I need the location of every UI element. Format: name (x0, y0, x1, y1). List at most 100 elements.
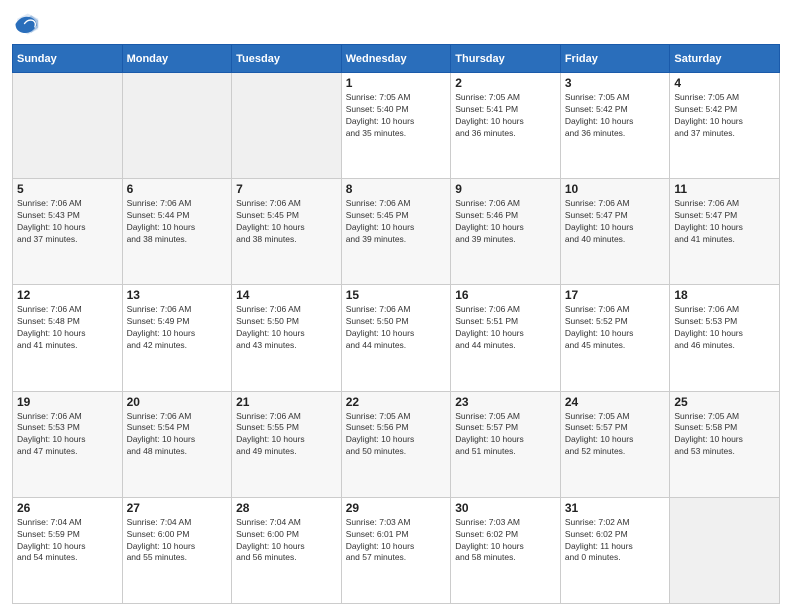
day-number: 17 (565, 288, 666, 302)
day-info: Sunrise: 7:05 AM Sunset: 5:42 PM Dayligh… (674, 92, 775, 140)
calendar-cell: 20 Sunrise: 7:06 AM Sunset: 5:54 PM Dayli… (122, 391, 232, 497)
day-info: Sunrise: 7:06 AM Sunset: 5:54 PM Dayligh… (127, 411, 228, 459)
calendar-cell: 6 Sunrise: 7:06 AM Sunset: 5:44 PM Daylig… (122, 179, 232, 285)
calendar-cell: 3 Sunrise: 7:05 AM Sunset: 5:42 PM Daylig… (560, 73, 670, 179)
day-number: 8 (346, 182, 447, 196)
calendar-cell: 12 Sunrise: 7:06 AM Sunset: 5:48 PM Dayli… (13, 285, 123, 391)
weekday-header-friday: Friday (560, 45, 670, 73)
day-number: 26 (17, 501, 118, 515)
day-number: 4 (674, 76, 775, 90)
calendar-cell: 19 Sunrise: 7:06 AM Sunset: 5:53 PM Dayli… (13, 391, 123, 497)
day-info: Sunrise: 7:06 AM Sunset: 5:48 PM Dayligh… (17, 304, 118, 352)
calendar-cell (670, 497, 780, 603)
day-info: Sunrise: 7:06 AM Sunset: 5:50 PM Dayligh… (346, 304, 447, 352)
day-info: Sunrise: 7:06 AM Sunset: 5:55 PM Dayligh… (236, 411, 337, 459)
day-number: 6 (127, 182, 228, 196)
day-number: 12 (17, 288, 118, 302)
calendar-cell: 8 Sunrise: 7:06 AM Sunset: 5:45 PM Daylig… (341, 179, 451, 285)
calendar-week-5: 26 Sunrise: 7:04 AM Sunset: 5:59 PM Dayli… (13, 497, 780, 603)
day-info: Sunrise: 7:05 AM Sunset: 5:42 PM Dayligh… (565, 92, 666, 140)
header (12, 10, 780, 38)
day-info: Sunrise: 7:05 AM Sunset: 5:57 PM Dayligh… (455, 411, 556, 459)
weekday-header-tuesday: Tuesday (232, 45, 342, 73)
calendar-cell: 28Sunrise: 7:04 AM Sunset: 6:00 PM Dayli… (232, 497, 342, 603)
calendar-cell: 1 Sunrise: 7:05 AM Sunset: 5:40 PM Daylig… (341, 73, 451, 179)
calendar-cell: 10 Sunrise: 7:06 AM Sunset: 5:47 PM Dayli… (560, 179, 670, 285)
calendar-cell: 18 Sunrise: 7:06 AM Sunset: 5:53 PM Dayli… (670, 285, 780, 391)
calendar-cell: 22Sunrise: 7:05 AM Sunset: 5:56 PM Dayli… (341, 391, 451, 497)
calendar-cell: 9Sunrise: 7:06 AM Sunset: 5:46 PM Daylig… (451, 179, 561, 285)
calendar-cell (13, 73, 123, 179)
day-info: Sunrise: 7:06 AM Sunset: 5:45 PM Dayligh… (236, 198, 337, 246)
day-number: 16 (455, 288, 556, 302)
calendar-cell: 25 Sunrise: 7:05 AM Sunset: 5:58 PM Dayli… (670, 391, 780, 497)
day-info: Sunrise: 7:06 AM Sunset: 5:44 PM Dayligh… (127, 198, 228, 246)
day-number: 7 (236, 182, 337, 196)
calendar-cell: 27 Sunrise: 7:04 AM Sunset: 6:00 PM Dayli… (122, 497, 232, 603)
day-info: Sunrise: 7:04 AM Sunset: 6:00 PM Dayligh… (127, 517, 228, 565)
weekday-header-saturday: Saturday (670, 45, 780, 73)
calendar-cell: 30Sunrise: 7:03 AM Sunset: 6:02 PM Dayli… (451, 497, 561, 603)
calendar-cell: 11 Sunrise: 7:06 AM Sunset: 5:47 PM Dayli… (670, 179, 780, 285)
calendar-week-2: 5 Sunrise: 7:06 AM Sunset: 5:43 PM Daylig… (13, 179, 780, 285)
day-number: 11 (674, 182, 775, 196)
calendar-cell: 13 Sunrise: 7:06 AM Sunset: 5:49 PM Dayli… (122, 285, 232, 391)
calendar-cell: 14Sunrise: 7:06 AM Sunset: 5:50 PM Dayli… (232, 285, 342, 391)
day-info: Sunrise: 7:06 AM Sunset: 5:53 PM Dayligh… (674, 304, 775, 352)
calendar-cell: 15 Sunrise: 7:06 AM Sunset: 5:50 PM Dayli… (341, 285, 451, 391)
day-info: Sunrise: 7:05 AM Sunset: 5:57 PM Dayligh… (565, 411, 666, 459)
calendar-week-3: 12 Sunrise: 7:06 AM Sunset: 5:48 PM Dayli… (13, 285, 780, 391)
calendar-week-1: 1 Sunrise: 7:05 AM Sunset: 5:40 PM Daylig… (13, 73, 780, 179)
weekday-header-sunday: Sunday (13, 45, 123, 73)
day-info: Sunrise: 7:05 AM Sunset: 5:58 PM Dayligh… (674, 411, 775, 459)
day-info: Sunrise: 7:06 AM Sunset: 5:52 PM Dayligh… (565, 304, 666, 352)
day-number: 10 (565, 182, 666, 196)
day-info: Sunrise: 7:03 AM Sunset: 6:01 PM Dayligh… (346, 517, 447, 565)
calendar-cell: 7 Sunrise: 7:06 AM Sunset: 5:45 PM Daylig… (232, 179, 342, 285)
calendar-cell (122, 73, 232, 179)
day-number: 19 (17, 395, 118, 409)
day-info: Sunrise: 7:02 AM Sunset: 6:02 PM Dayligh… (565, 517, 666, 565)
day-info: Sunrise: 7:06 AM Sunset: 5:49 PM Dayligh… (127, 304, 228, 352)
calendar-cell: 26 Sunrise: 7:04 AM Sunset: 5:59 PM Dayli… (13, 497, 123, 603)
calendar-cell: 21 Sunrise: 7:06 AM Sunset: 5:55 PM Dayli… (232, 391, 342, 497)
day-number: 28 (236, 501, 337, 515)
calendar-cell: 24Sunrise: 7:05 AM Sunset: 5:57 PM Dayli… (560, 391, 670, 497)
logo (12, 10, 44, 38)
day-number: 3 (565, 76, 666, 90)
logo-icon (12, 10, 40, 38)
calendar-week-4: 19 Sunrise: 7:06 AM Sunset: 5:53 PM Dayli… (13, 391, 780, 497)
day-info: Sunrise: 7:06 AM Sunset: 5:47 PM Dayligh… (674, 198, 775, 246)
day-number: 31 (565, 501, 666, 515)
calendar-cell: 2Sunrise: 7:05 AM Sunset: 5:41 PM Daylig… (451, 73, 561, 179)
day-number: 21 (236, 395, 337, 409)
day-info: Sunrise: 7:06 AM Sunset: 5:51 PM Dayligh… (455, 304, 556, 352)
day-number: 14 (236, 288, 337, 302)
weekday-header-thursday: Thursday (451, 45, 561, 73)
day-number: 2 (455, 76, 556, 90)
day-number: 20 (127, 395, 228, 409)
day-info: Sunrise: 7:04 AM Sunset: 5:59 PM Dayligh… (17, 517, 118, 565)
day-info: Sunrise: 7:06 AM Sunset: 5:46 PM Dayligh… (455, 198, 556, 246)
calendar-cell: 16 Sunrise: 7:06 AM Sunset: 5:51 PM Dayli… (451, 285, 561, 391)
day-number: 25 (674, 395, 775, 409)
day-number: 13 (127, 288, 228, 302)
calendar-cell: 5 Sunrise: 7:06 AM Sunset: 5:43 PM Daylig… (13, 179, 123, 285)
day-number: 18 (674, 288, 775, 302)
day-info: Sunrise: 7:06 AM Sunset: 5:43 PM Dayligh… (17, 198, 118, 246)
day-info: Sunrise: 7:05 AM Sunset: 5:40 PM Dayligh… (346, 92, 447, 140)
calendar-cell: 31 Sunrise: 7:02 AM Sunset: 6:02 PM Dayli… (560, 497, 670, 603)
day-info: Sunrise: 7:06 AM Sunset: 5:53 PM Dayligh… (17, 411, 118, 459)
day-info: Sunrise: 7:06 AM Sunset: 5:47 PM Dayligh… (565, 198, 666, 246)
calendar-cell: 17 Sunrise: 7:06 AM Sunset: 5:52 PM Dayli… (560, 285, 670, 391)
calendar-cell: 23Sunrise: 7:05 AM Sunset: 5:57 PM Dayli… (451, 391, 561, 497)
weekday-header-monday: Monday (122, 45, 232, 73)
day-number: 5 (17, 182, 118, 196)
day-info: Sunrise: 7:06 AM Sunset: 5:45 PM Dayligh… (346, 198, 447, 246)
day-number: 1 (346, 76, 447, 90)
day-number: 22 (346, 395, 447, 409)
day-number: 15 (346, 288, 447, 302)
calendar-cell (232, 73, 342, 179)
calendar-cell: 29Sunrise: 7:03 AM Sunset: 6:01 PM Dayli… (341, 497, 451, 603)
day-number: 27 (127, 501, 228, 515)
